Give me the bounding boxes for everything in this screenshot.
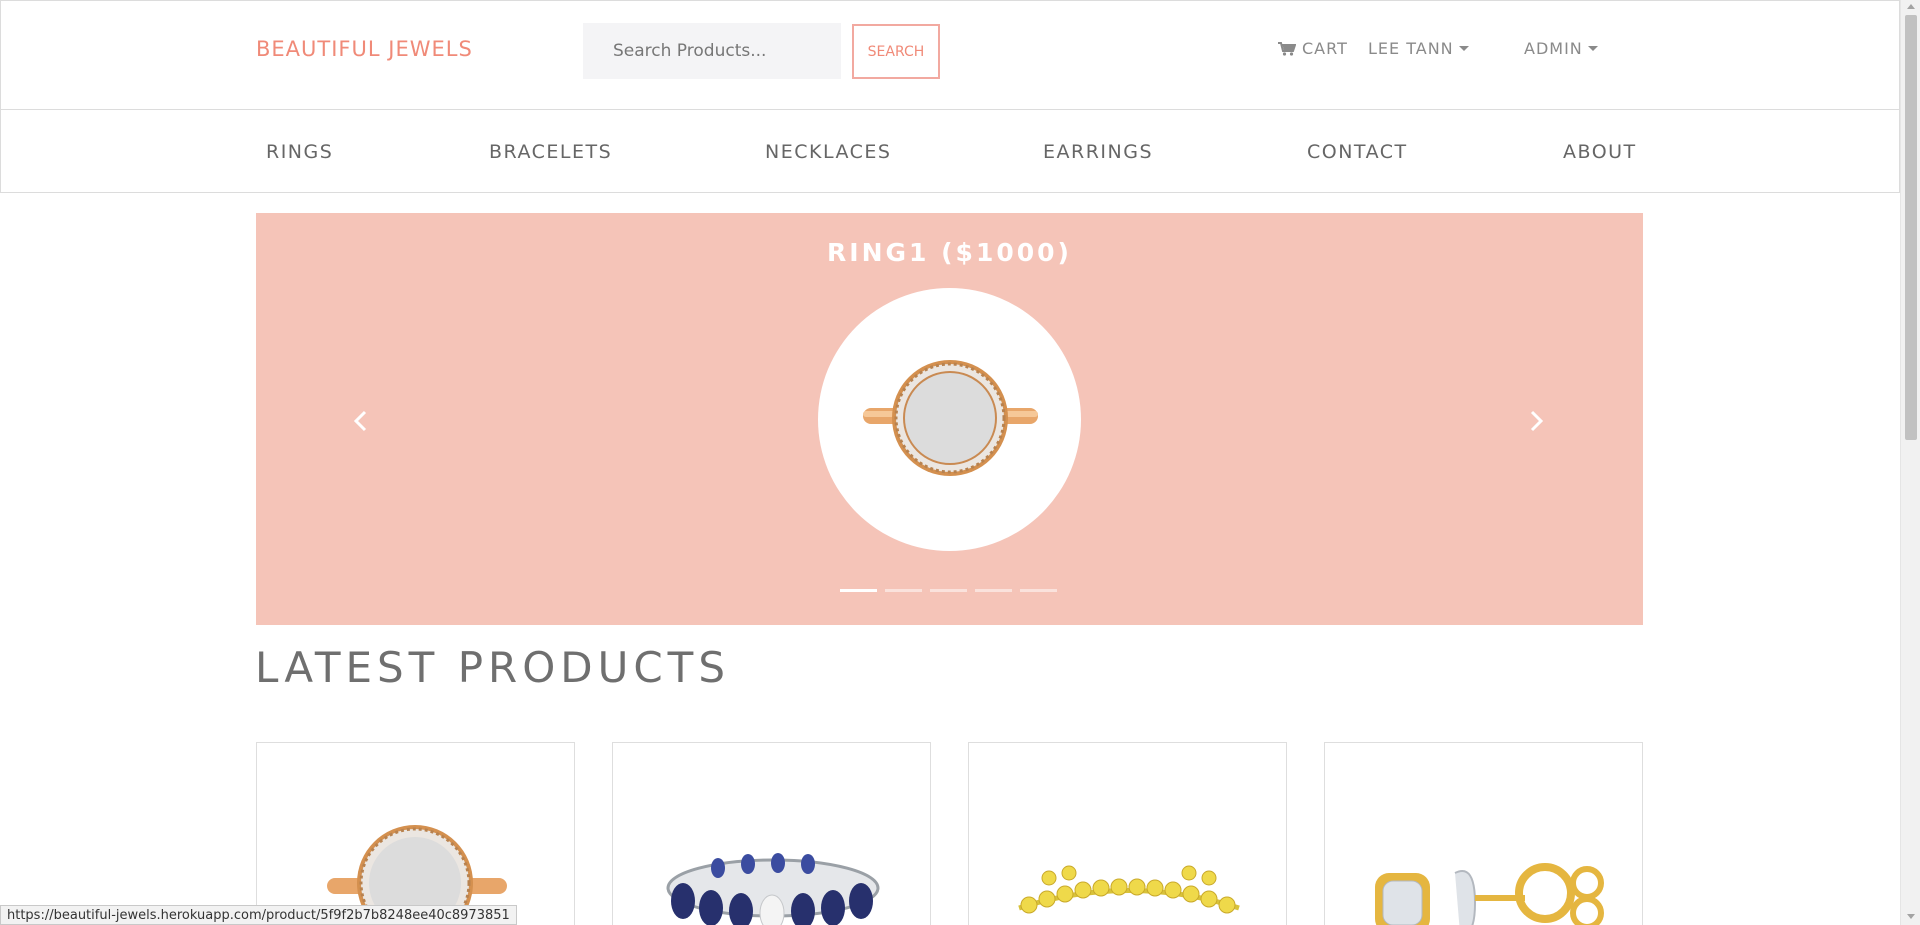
slide-title[interactable]: RING1 ($1000) <box>256 238 1643 267</box>
brand-logo-link[interactable]: BEAUTIFUL JEWELS <box>256 37 473 61</box>
category-nav: RINGS BRACELETS NECKLACES EARRINGS CONTA… <box>0 109 1900 193</box>
cart-icon <box>1278 41 1296 56</box>
cart-link[interactable]: CART <box>1278 39 1348 58</box>
carousel-indicator[interactable] <box>930 589 967 592</box>
chevron-left-icon <box>353 410 367 432</box>
scroll-up-arrow-icon[interactable] <box>1907 4 1915 9</box>
product-image <box>666 853 880 925</box>
scroll-down-arrow-icon[interactable] <box>1907 914 1915 919</box>
top-navbar: BEAUTIFUL JEWELS SEARCH CART LEE TANN AD… <box>0 0 1900 110</box>
user-name-label: LEE TANN <box>1368 39 1454 58</box>
product-card[interactable] <box>1324 742 1643 925</box>
carousel-indicator[interactable] <box>885 589 922 592</box>
product-card[interactable] <box>968 742 1287 925</box>
user-dropdown[interactable]: LEE TANN <box>1368 39 1469 58</box>
nav-necklaces[interactable]: NECKLACES <box>765 141 891 163</box>
cart-label: CART <box>1302 39 1348 58</box>
chevron-down-icon <box>1458 46 1469 51</box>
carousel-indicator[interactable] <box>975 589 1012 592</box>
scroll-thumb[interactable] <box>1905 15 1917 440</box>
product-image <box>327 825 507 925</box>
ring-image <box>863 360 1038 476</box>
carousel-indicators <box>840 589 1057 592</box>
nav-rings[interactable]: RINGS <box>266 141 333 163</box>
page: BEAUTIFUL JEWELS SEARCH CART LEE TANN AD… <box>0 0 1900 925</box>
product-image <box>1375 863 1604 925</box>
product-carousel: RING1 ($1000) <box>256 213 1643 625</box>
carousel-indicator[interactable] <box>840 589 877 592</box>
page-scrollbar[interactable] <box>1900 0 1920 925</box>
product-card[interactable] <box>612 742 931 925</box>
chevron-right-icon <box>1530 410 1544 432</box>
carousel-prev-button[interactable] <box>346 406 376 436</box>
product-image <box>1018 865 1240 914</box>
slide-product-image[interactable] <box>818 288 1081 551</box>
nav-about[interactable]: ABOUT <box>1563 141 1637 163</box>
chevron-down-icon <box>1587 46 1598 51</box>
admin-label: ADMIN <box>1524 39 1583 58</box>
nav-bracelets[interactable]: BRACELETS <box>489 141 612 163</box>
link-status-bar: https://beautiful-jewels.herokuapp.com/p… <box>0 905 517 925</box>
nav-contact[interactable]: CONTACT <box>1307 141 1408 163</box>
search-input[interactable] <box>583 23 841 79</box>
carousel-next-button[interactable] <box>1521 406 1551 436</box>
carousel-indicator[interactable] <box>1020 589 1057 592</box>
nav-earrings[interactable]: EARRINGS <box>1043 141 1153 163</box>
admin-dropdown[interactable]: ADMIN <box>1524 39 1598 58</box>
search-button[interactable]: SEARCH <box>852 24 940 79</box>
latest-products-heading: LATEST PRODUCTS <box>255 643 730 692</box>
product-card[interactable] <box>256 742 575 925</box>
